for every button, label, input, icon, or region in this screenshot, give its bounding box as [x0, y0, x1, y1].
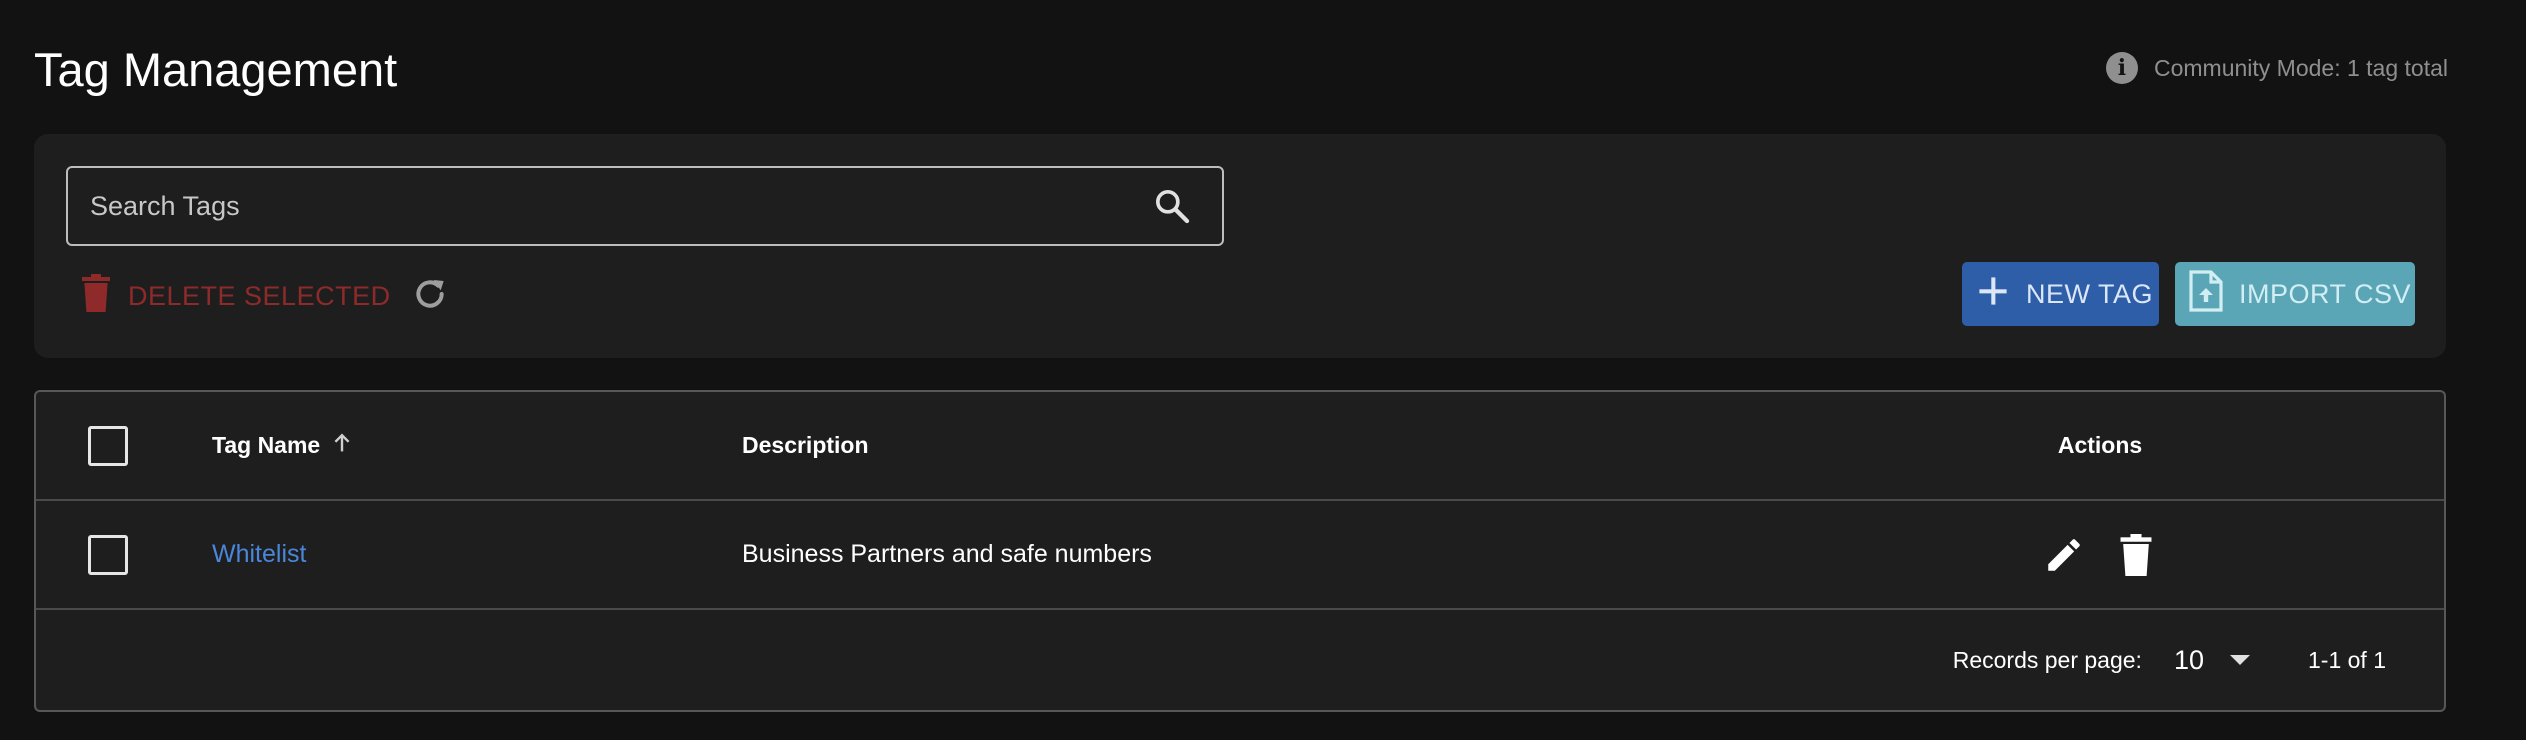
table-header-row: Tag Name Description Actions — [36, 392, 2444, 501]
table-footer: Records per page: 10 1-1 of 1 — [36, 610, 2444, 710]
pencil-icon[interactable] — [2042, 533, 2086, 577]
page-title: Tag Management — [34, 43, 398, 96]
caret-down-icon — [2230, 655, 2250, 665]
column-header-actions: Actions — [2058, 392, 2142, 499]
search-icon[interactable] — [1148, 182, 1196, 230]
trash-icon — [82, 274, 110, 319]
description-text: Business Partners and safe numbers — [742, 540, 1152, 568]
column-header-description: Description — [742, 392, 869, 499]
search-box — [66, 166, 1224, 246]
new-tag-label: NEW TAG — [2026, 278, 2154, 309]
delete-selected-button[interactable]: DELETE SELECTED — [82, 274, 391, 319]
toolbar-panel: DELETE SELECTED NEW TAG IMPORT CSV — [34, 134, 2446, 358]
column-header-description-label: Description — [742, 432, 869, 458]
arrow-up-icon — [330, 431, 354, 461]
community-mode-info: i Community Mode: 1 tag total — [2105, 52, 2448, 84]
tag-name-link[interactable]: Whitelist — [212, 540, 306, 569]
records-per-page-select[interactable]: 10 — [2174, 645, 2250, 676]
import-csv-label: IMPORT CSV — [2239, 278, 2412, 309]
refresh-icon[interactable] — [408, 272, 452, 316]
description-cell: Business Partners and safe numbers — [742, 501, 1152, 608]
pagination-range: 1-1 of 1 — [2308, 646, 2386, 673]
tags-table: Tag Name Description Actions Whitelist B… — [34, 390, 2446, 712]
community-mode-text: Community Mode: 1 tag total — [2153, 54, 2448, 81]
pagination: Records per page: 10 1-1 of 1 — [1953, 610, 2386, 710]
new-tag-button[interactable]: NEW TAG — [1962, 262, 2159, 326]
plus-icon — [1976, 274, 2010, 315]
records-per-page-value: 10 — [2173, 644, 2204, 675]
select-all-checkbox[interactable] — [88, 426, 128, 466]
info-icon: i — [2105, 52, 2138, 84]
column-header-tag-name-label: Tag Name — [212, 432, 321, 458]
table-row: Whitelist Business Partners and safe num… — [36, 501, 2444, 610]
column-header-actions-label: Actions — [2057, 432, 2143, 458]
page-header: Tag Management i Community Mode: 1 tag t… — [34, 0, 2448, 134]
tag-name-cell: Whitelist — [212, 501, 306, 608]
delete-selected-label: DELETE SELECTED — [128, 281, 391, 311]
records-per-page-label: Records per page: — [1952, 646, 2142, 673]
search-input[interactable] — [68, 167, 1148, 245]
actions-cell — [2042, 501, 2158, 608]
file-upload-icon — [2189, 269, 2223, 319]
column-header-tag-name[interactable]: Tag Name — [212, 392, 354, 499]
row-checkbox[interactable] — [88, 535, 128, 575]
import-csv-button[interactable]: IMPORT CSV — [2175, 262, 2415, 326]
trash-icon[interactable] — [2114, 533, 2158, 577]
